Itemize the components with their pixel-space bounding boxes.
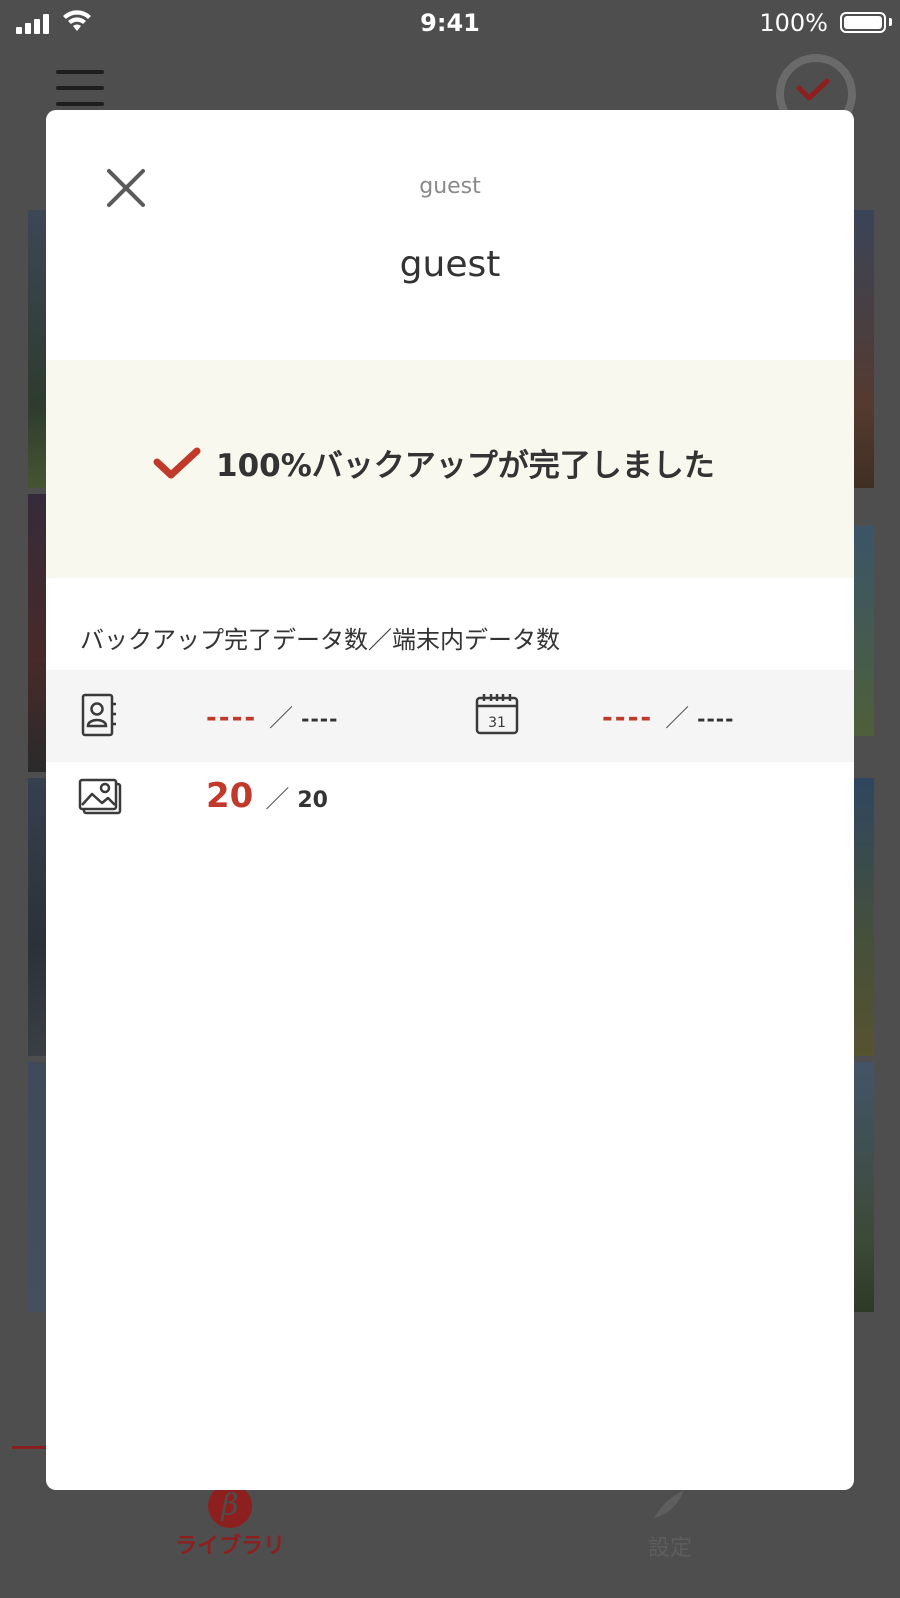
stats-row: ---- ／ ---- 31 ---- ／ ----: [46, 670, 854, 762]
photo-thumbnail[interactable]: [28, 210, 46, 488]
photo-thumbnail[interactable]: [854, 210, 874, 488]
stats-row: 20 ／ 20: [46, 762, 854, 854]
photo-thumbnail[interactable]: [28, 494, 46, 772]
count-separator: ／: [665, 704, 690, 732]
photos-total-count: 20: [297, 788, 328, 813]
account-title: guest: [399, 244, 501, 285]
contacts-icon: [81, 693, 116, 737]
counts-heading: バックアップ完了データ数／端末内データ数: [80, 626, 560, 654]
contacts-total-count: ----: [301, 707, 339, 731]
status-bar: 9:41 100%: [0, 0, 900, 46]
battery-percent: 100%: [759, 9, 828, 37]
sync-check-icon: [796, 78, 830, 101]
photo-thumbnail[interactable]: [854, 1062, 874, 1312]
backup-status-modal: guest guest 100%バックアップが完了しました バックアップ完了デー…: [46, 110, 854, 1490]
tab-settings-label[interactable]: 設定: [600, 1530, 740, 1562]
account-subtitle: guest: [419, 174, 481, 199]
calendar-icon: 31: [475, 694, 519, 735]
tab-indicator: [12, 1446, 46, 1449]
settings-icon[interactable]: [650, 1486, 690, 1522]
contacts-done-count: ----: [206, 703, 258, 733]
calendar-count: ---- ／ ----: [602, 698, 734, 733]
battery-icon: [840, 12, 886, 33]
photo-thumbnail[interactable]: [854, 526, 874, 736]
backup-status-panel: 100%バックアップが完了しました: [46, 360, 854, 578]
calendar-done-count: ----: [602, 703, 654, 733]
count-separator: ／: [269, 704, 294, 732]
tab-library-label[interactable]: ライブラリ: [150, 1528, 310, 1560]
photo-thumbnail[interactable]: [854, 778, 874, 1056]
hamburger-menu-icon[interactable]: [56, 70, 104, 106]
library-beta-icon[interactable]: β: [208, 1484, 252, 1528]
photos-icon: [78, 778, 122, 815]
count-separator: ／: [265, 785, 290, 813]
calendar-date-text: 31: [488, 715, 506, 731]
contacts-count: ---- ／ ----: [206, 698, 338, 733]
calendar-total-count: ----: [697, 707, 735, 731]
photo-thumbnail[interactable]: [28, 778, 46, 1056]
backup-status-message: 100%バックアップが完了しました: [216, 448, 715, 484]
photos-count: 20 ／ 20: [206, 776, 328, 816]
photos-done-count: 20: [206, 776, 254, 816]
photo-thumbnail[interactable]: [28, 1062, 46, 1312]
checkmark-icon: [153, 447, 201, 479]
battery-tip: [889, 18, 892, 26]
